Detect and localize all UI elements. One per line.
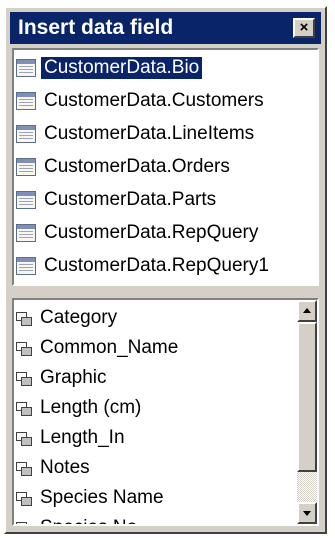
table-icon	[16, 59, 36, 77]
field-icon	[16, 400, 32, 416]
field-list-scrollbar[interactable]	[297, 300, 317, 524]
field-list-item[interactable]: Notes	[16, 452, 90, 484]
title-bar[interactable]: Insert data field ×	[10, 12, 321, 44]
close-button[interactable]: ×	[293, 18, 315, 38]
window-title: Insert data field	[18, 16, 174, 39]
scroll-down-icon[interactable]	[297, 502, 317, 524]
field-name: Common_Name	[40, 337, 179, 358]
close-icon: ×	[299, 19, 309, 36]
field-name: Species Name	[40, 487, 164, 508]
table-icon	[16, 224, 36, 242]
field-icon	[16, 340, 32, 356]
field-icon	[16, 490, 32, 506]
table-list-item[interactable]: CustomerData.Customers	[16, 85, 264, 117]
table-list-item[interactable]: CustomerData.LineItems	[16, 118, 254, 150]
table-list-item[interactable]: CustomerData.RepQuery1	[16, 250, 269, 282]
table-icon	[16, 125, 36, 143]
field-list-item[interactable]: Species No	[16, 512, 137, 524]
table-name: CustomerData.Customers	[44, 90, 264, 111]
field-name: Notes	[40, 457, 90, 478]
table-name: CustomerData.Bio	[41, 57, 203, 79]
table-icon	[16, 191, 36, 209]
field-name: Category	[40, 307, 118, 328]
field-name: Species No	[40, 517, 137, 524]
table-name: CustomerData.LineItems	[44, 123, 255, 144]
field-list-item[interactable]: Length_In	[16, 422, 125, 454]
scroll-up-icon[interactable]	[297, 300, 317, 322]
table-list-item[interactable]: CustomerData.Parts	[16, 184, 216, 216]
field-icon	[16, 520, 32, 524]
table-list-item[interactable]: CustomerData.Orders	[16, 151, 230, 183]
scroll-thumb[interactable]	[297, 322, 317, 472]
field-icon	[16, 310, 32, 326]
field-list-item[interactable]: Category	[16, 302, 117, 334]
field-list[interactable]: Category Common_Name Graphic Length (cm)…	[12, 298, 319, 526]
table-icon	[16, 158, 36, 176]
field-list-item[interactable]: Length (cm)	[16, 392, 141, 424]
insert-data-field-window: Insert data field × CustomerData.Bio Cus…	[4, 6, 327, 534]
field-name: Length_In	[40, 427, 125, 448]
field-list-item[interactable]: Graphic	[16, 362, 107, 394]
field-icon	[16, 460, 32, 476]
table-name: CustomerData.Orders	[44, 156, 230, 177]
table-name: CustomerData.RepQuery1	[44, 255, 269, 276]
table-name: CustomerData.Parts	[44, 189, 217, 210]
table-name: CustomerData.RepQuery	[44, 222, 259, 243]
field-list-item[interactable]: Species Name	[16, 482, 164, 514]
field-icon	[16, 430, 32, 446]
field-name: Length (cm)	[40, 397, 142, 418]
table-list[interactable]: CustomerData.Bio CustomerData.Customers …	[12, 48, 319, 286]
table-icon	[16, 257, 36, 275]
field-name: Graphic	[40, 367, 107, 388]
field-icon	[16, 370, 32, 386]
field-list-item[interactable]: Common_Name	[16, 332, 178, 364]
table-list-item[interactable]: CustomerData.Bio	[16, 52, 203, 84]
table-list-item[interactable]: CustomerData.RepQuery	[16, 217, 258, 249]
table-icon	[16, 92, 36, 110]
